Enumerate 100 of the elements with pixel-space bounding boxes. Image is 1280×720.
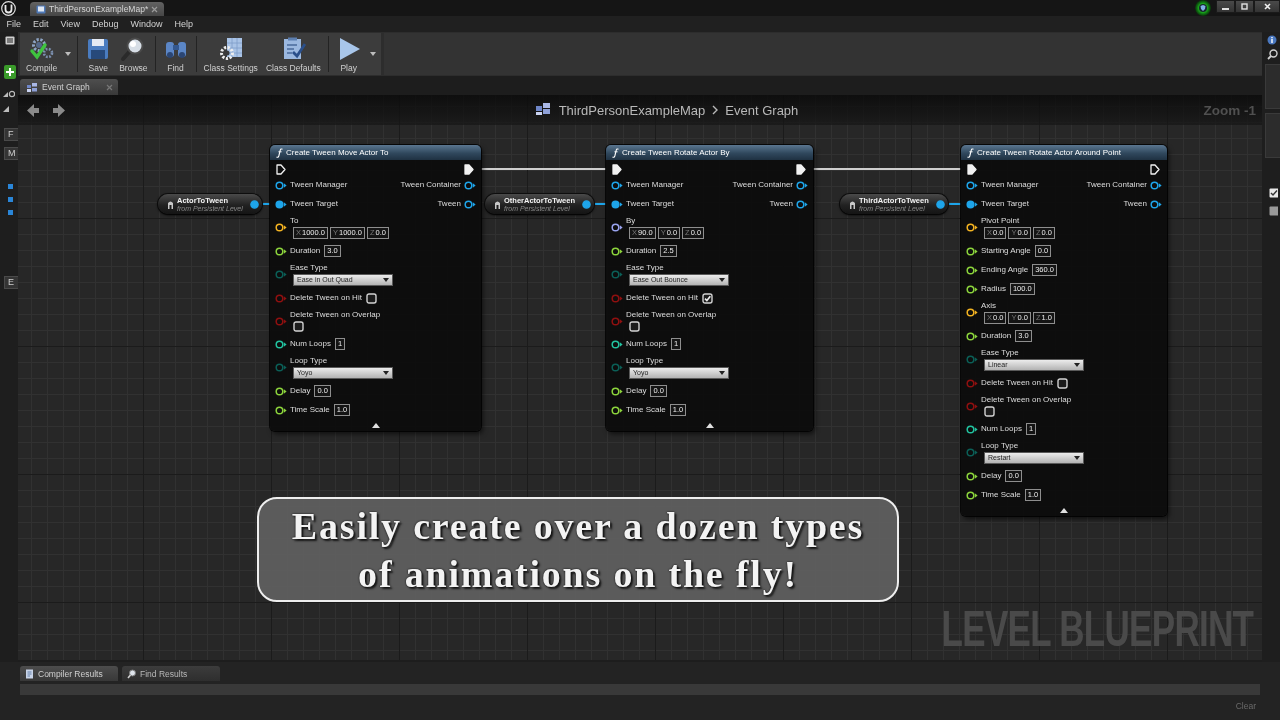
pin-label: Duration — [981, 331, 1012, 341]
back-arrow-icon[interactable] — [27, 103, 39, 117]
pin-label: Loop Type — [981, 441, 1019, 451]
plus-icon — [6, 68, 14, 76]
pin-label: Duration — [290, 246, 321, 256]
caret-down-icon[interactable] — [369, 52, 376, 56]
menu-item[interactable]: Edit — [27, 19, 56, 29]
pin-label: Tween Manager — [626, 180, 684, 190]
menu-item[interactable]: Window — [124, 19, 169, 29]
pin-label: Tween — [437, 199, 461, 209]
gears-check-icon — [28, 36, 55, 62]
details-panel — [1265, 113, 1280, 158]
document-icon — [36, 4, 46, 14]
menu-item[interactable]: View — [55, 19, 87, 29]
pin-label: Tween Container — [1086, 180, 1147, 190]
results-tab[interactable]: Compiler Results — [20, 666, 118, 681]
checkbox[interactable] — [1056, 377, 1068, 389]
menu-item[interactable]: File — [1, 19, 28, 29]
section-header[interactable]: F — [4, 128, 18, 141]
pin-label: Tween — [1123, 199, 1147, 209]
add-button[interactable] — [4, 65, 16, 79]
restore-icon — [1241, 3, 1248, 10]
pin-label: Starting Angle — [981, 246, 1031, 256]
search-icon[interactable] — [1267, 49, 1278, 60]
arch-icon — [167, 199, 174, 209]
function-node[interactable] — [961, 145, 1167, 516]
checkbox[interactable] — [293, 321, 304, 332]
pin-label: Time Scale — [626, 405, 666, 415]
close-button[interactable] — [1254, 0, 1280, 13]
play-button[interactable]: Play — [331, 33, 366, 75]
save-button[interactable]: Save — [81, 33, 116, 75]
checkbox[interactable] — [629, 321, 640, 332]
pin-label: Num Loops — [981, 424, 1022, 434]
compile-button[interactable]: Compile — [22, 33, 62, 75]
caret-down-icon[interactable] — [65, 52, 72, 56]
data-wire — [948, 203, 961, 205]
arch-icon — [849, 199, 856, 209]
expand-arrow-icon[interactable] — [1060, 507, 1068, 513]
magnifier-icon — [127, 668, 136, 679]
pin-label: Tween Container — [732, 180, 793, 190]
pin-label: Tween — [769, 199, 793, 209]
pin-label: Time Scale — [981, 490, 1021, 500]
pin-label: Num Loops — [626, 339, 667, 349]
pin-label: Radius — [981, 284, 1006, 294]
checkbox[interactable] — [984, 406, 995, 417]
checkbox[interactable] — [1269, 206, 1278, 216]
restore-button[interactable] — [1235, 0, 1254, 13]
pin-label: Loop Type — [290, 356, 328, 366]
menu-item[interactable]: Debug — [86, 19, 125, 29]
expand-arrow-icon[interactable] — [705, 422, 714, 428]
caret-down-icon — [719, 278, 725, 282]
class-defaults-button[interactable]: Class Defaults — [261, 33, 325, 75]
menu-item[interactable]: Help — [168, 19, 200, 29]
graph-tab[interactable]: Event Graph — [20, 79, 118, 95]
close-icon — [1263, 3, 1271, 10]
caret-down-icon — [719, 371, 725, 375]
chevron-right-icon — [712, 105, 719, 115]
browse-button[interactable]: Browse — [115, 33, 152, 75]
pin-label: Tween Manager — [981, 180, 1039, 190]
notification-icon — [1192, 0, 1214, 16]
node-title: Create Tween Rotate Actor By — [622, 148, 730, 157]
pin-label: Delete Tween on Hit — [626, 293, 698, 303]
expand-arrow-icon[interactable] — [371, 422, 380, 428]
expander-icon — [3, 106, 9, 112]
pin-label: Delete Tween on Overlap — [626, 310, 717, 320]
document-gear-icon — [217, 36, 244, 62]
checkbox[interactable] — [701, 292, 713, 304]
caret-down-icon — [1074, 456, 1080, 460]
results-tab[interactable]: Find Results — [122, 666, 220, 681]
find-button[interactable]: Find — [158, 33, 193, 75]
section-header[interactable]: E — [4, 276, 18, 289]
grid-icon — [27, 82, 38, 92]
class-settings-button[interactable]: Class Settings — [199, 33, 262, 75]
function-node[interactable] — [606, 145, 813, 431]
pin-label: Delete Tween on Overlap — [290, 310, 381, 320]
caret-down-icon — [383, 278, 389, 282]
section-header[interactable]: M — [4, 147, 18, 160]
pin-label: Axis — [981, 301, 997, 311]
pin-label: Tween Target — [981, 199, 1029, 209]
pin-label: Delete Tween on Hit — [981, 378, 1053, 388]
pin-label: Ease Type — [981, 348, 1019, 358]
breadcrumb-link[interactable]: Event Graph — [725, 102, 799, 118]
pin-label: Ease Type — [626, 263, 664, 273]
checkbox[interactable] — [1269, 188, 1278, 198]
caption-text: Easily create over a dozen types of animations on the fly! — [257, 497, 899, 602]
close-icon[interactable] — [151, 5, 159, 13]
pin-label: Duration — [626, 246, 657, 256]
pin-label: Ending Angle — [981, 265, 1029, 275]
function-icon — [612, 147, 619, 158]
document-tab[interactable]: ThirdPersonExampleMap* — [30, 2, 165, 16]
checkbox[interactable] — [365, 292, 377, 304]
pin-label: Delete Tween on Overlap — [981, 395, 1072, 405]
forward-arrow-icon[interactable] — [53, 103, 65, 117]
pin-label: Ease Type — [290, 263, 328, 273]
pin-label: Delete Tween on Hit — [290, 293, 362, 303]
pin-label: Delay — [626, 386, 647, 396]
breadcrumb-link[interactable]: ThirdPersonExampleMap — [558, 102, 706, 118]
function-node[interactable] — [270, 145, 481, 431]
squares-icon — [8, 184, 14, 216]
minimize-button[interactable] — [1216, 0, 1235, 13]
